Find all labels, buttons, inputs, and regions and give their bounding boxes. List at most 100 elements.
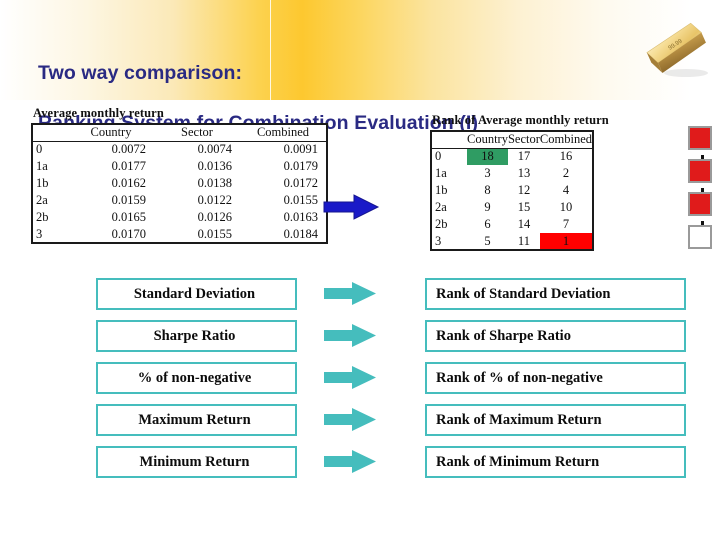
column-header-country: Country: [467, 132, 508, 147]
row-label: 1a: [36, 159, 48, 173]
cell-sector: 17: [517, 149, 531, 164]
cell-combined: 0.0155: [283, 193, 318, 207]
row-label: 1b: [36, 176, 49, 190]
page-title-line-1: Two way comparison:: [38, 62, 243, 84]
rank-label: Rank of Sharpe Ratio: [436, 327, 571, 344]
cell-country: 5: [484, 233, 491, 248]
rank-label: Rank of Minimum Return: [436, 453, 600, 470]
status-square-3: [688, 192, 712, 216]
rank-box-maximum-return[interactable]: Rank of Maximum Return: [425, 404, 686, 436]
cell-country: 0.0170: [111, 226, 146, 241]
cell-country: 3: [484, 166, 491, 180]
table-row: 1b 8 12 4: [431, 182, 593, 199]
gold-bar-icon: 99.99: [640, 18, 714, 80]
column-header-blank: [32, 124, 68, 141]
row-label: 0: [435, 149, 442, 164]
rank-label: Rank of % of non-negative: [436, 369, 603, 386]
table-row: 2b 0.0165 0.0126 0.0163: [32, 209, 327, 226]
metric-row: Sharpe Ratio Rank of Sharpe Ratio: [0, 320, 720, 362]
row-label: 2a: [36, 193, 48, 207]
average-monthly-return-table: Country Sector Combined 0 0.0072 0.0074 …: [31, 123, 328, 244]
rank-of-average-monthly-return-table-wrapper: Rank of Average monthly return Country S…: [430, 113, 609, 251]
metric-mapping-list: Standard Deviation Rank of Standard Devi…: [0, 278, 720, 488]
metric-row: % of non-negative Rank of % of non-negat…: [0, 362, 720, 404]
average-monthly-return-table-wrapper: Average monthly return Country Sector Co…: [31, 106, 328, 244]
cell-combined: 2: [562, 166, 570, 180]
rank-label: Rank of Maximum Return: [436, 411, 602, 428]
table-row: 2a 9 15 10: [431, 199, 593, 216]
rank-box-standard-deviation[interactable]: Rank of Standard Deviation: [425, 278, 686, 310]
metric-row: Minimum Return Rank of Minimum Return: [0, 446, 720, 488]
cell-country: 0.0159: [111, 193, 146, 207]
table-row: 2b 6 14 7: [431, 216, 593, 233]
cell-country: 8: [484, 183, 491, 197]
table-row: 1b 0.0162 0.0138 0.0172: [32, 175, 327, 192]
metric-label: Minimum Return: [139, 453, 250, 470]
metric-label: Sharpe Ratio: [153, 327, 236, 344]
table-row: 1a 3 13 2: [431, 165, 593, 182]
row-label: 3: [36, 226, 43, 241]
cell-sector: 11: [517, 233, 530, 248]
row-label: 1b: [435, 183, 448, 197]
metric-box-standard-deviation[interactable]: Standard Deviation: [96, 278, 297, 310]
blue-right-arrow-icon: [322, 192, 380, 222]
left-table-caption: Average monthly return: [33, 106, 164, 120]
table-row: 3 0.0170 0.0155 0.0184: [32, 226, 327, 243]
rank-label: Rank of Standard Deviation: [436, 285, 611, 302]
row-label: 3: [435, 233, 442, 248]
row-label: 0: [36, 142, 43, 157]
column-header-country: Country: [90, 125, 132, 140]
right-table-caption: Rank of Average monthly return: [432, 113, 609, 127]
right-arrow-icon: [322, 322, 378, 349]
table-header-row: Country Sector Combined: [431, 131, 594, 148]
cell-sector: 14: [517, 217, 531, 231]
rank-of-average-monthly-return-table: Country Sector Combined 0 18 17 16 1a 3 …: [430, 130, 595, 251]
cell-country: 9: [484, 200, 491, 214]
cell-sector: 0.0138: [197, 176, 232, 190]
status-square-1: [688, 126, 712, 150]
status-square-2: [688, 159, 712, 183]
cell-combined: 7: [562, 217, 570, 231]
cell-combined: 4: [562, 183, 570, 197]
metric-box-maximum-return[interactable]: Maximum Return: [96, 404, 297, 436]
rank-box-sharpe-ratio[interactable]: Rank of Sharpe Ratio: [425, 320, 686, 352]
cell-sector: 12: [517, 183, 531, 197]
cell-combined-highlighted: 1: [539, 233, 594, 250]
row-label: 2a: [435, 200, 447, 214]
cell-country: 0.0177: [111, 159, 146, 173]
metric-label: Standard Deviation: [133, 285, 256, 302]
table-row: 0 0.0072 0.0074 0.0091: [32, 141, 327, 158]
cell-sector: 0.0155: [197, 226, 232, 241]
right-arrow-icon: [322, 406, 378, 433]
cell-sector: 0.0074: [197, 142, 232, 157]
cell-combined: 0.0184: [283, 226, 318, 241]
right-arrow-icon: [322, 448, 378, 475]
status-flow-indicator: [688, 126, 718, 249]
table-row: 2a 0.0159 0.0122 0.0155: [32, 192, 327, 209]
metric-row: Standard Deviation Rank of Standard Devi…: [0, 278, 720, 320]
right-arrow-icon: [322, 364, 378, 391]
right-arrow-icon: [322, 280, 378, 307]
cell-combined: 0.0172: [283, 176, 318, 190]
cell-country: 0.0072: [111, 142, 146, 157]
metric-label: % of non-negative: [137, 369, 252, 386]
cell-sector: 0.0136: [197, 159, 232, 173]
cell-combined: 0.0179: [283, 159, 318, 173]
rank-box-minimum-return[interactable]: Rank of Minimum Return: [425, 446, 686, 478]
cell-combined: 16: [559, 149, 573, 164]
metric-box-percent-non-negative[interactable]: % of non-negative: [96, 362, 297, 394]
slide-canvas: Two way comparison: Ranking System for C…: [0, 0, 720, 540]
row-label: 2b: [36, 210, 49, 224]
column-header-sector: Sector: [507, 132, 540, 147]
table-header-row: Country Sector Combined: [32, 124, 327, 141]
cell-sector: 0.0122: [197, 193, 232, 207]
cell-sector: 13: [517, 166, 531, 180]
metric-box-minimum-return[interactable]: Minimum Return: [96, 446, 297, 478]
cell-sector: 15: [517, 200, 531, 214]
cell-country-highlighted: 18: [467, 148, 508, 165]
rank-box-percent-non-negative[interactable]: Rank of % of non-negative: [425, 362, 686, 394]
table-row: 3 5 11 1: [431, 233, 594, 250]
metric-box-sharpe-ratio[interactable]: Sharpe Ratio: [96, 320, 297, 352]
metric-label: Maximum Return: [138, 411, 251, 428]
table-row: 0 18 17 16: [431, 148, 593, 165]
